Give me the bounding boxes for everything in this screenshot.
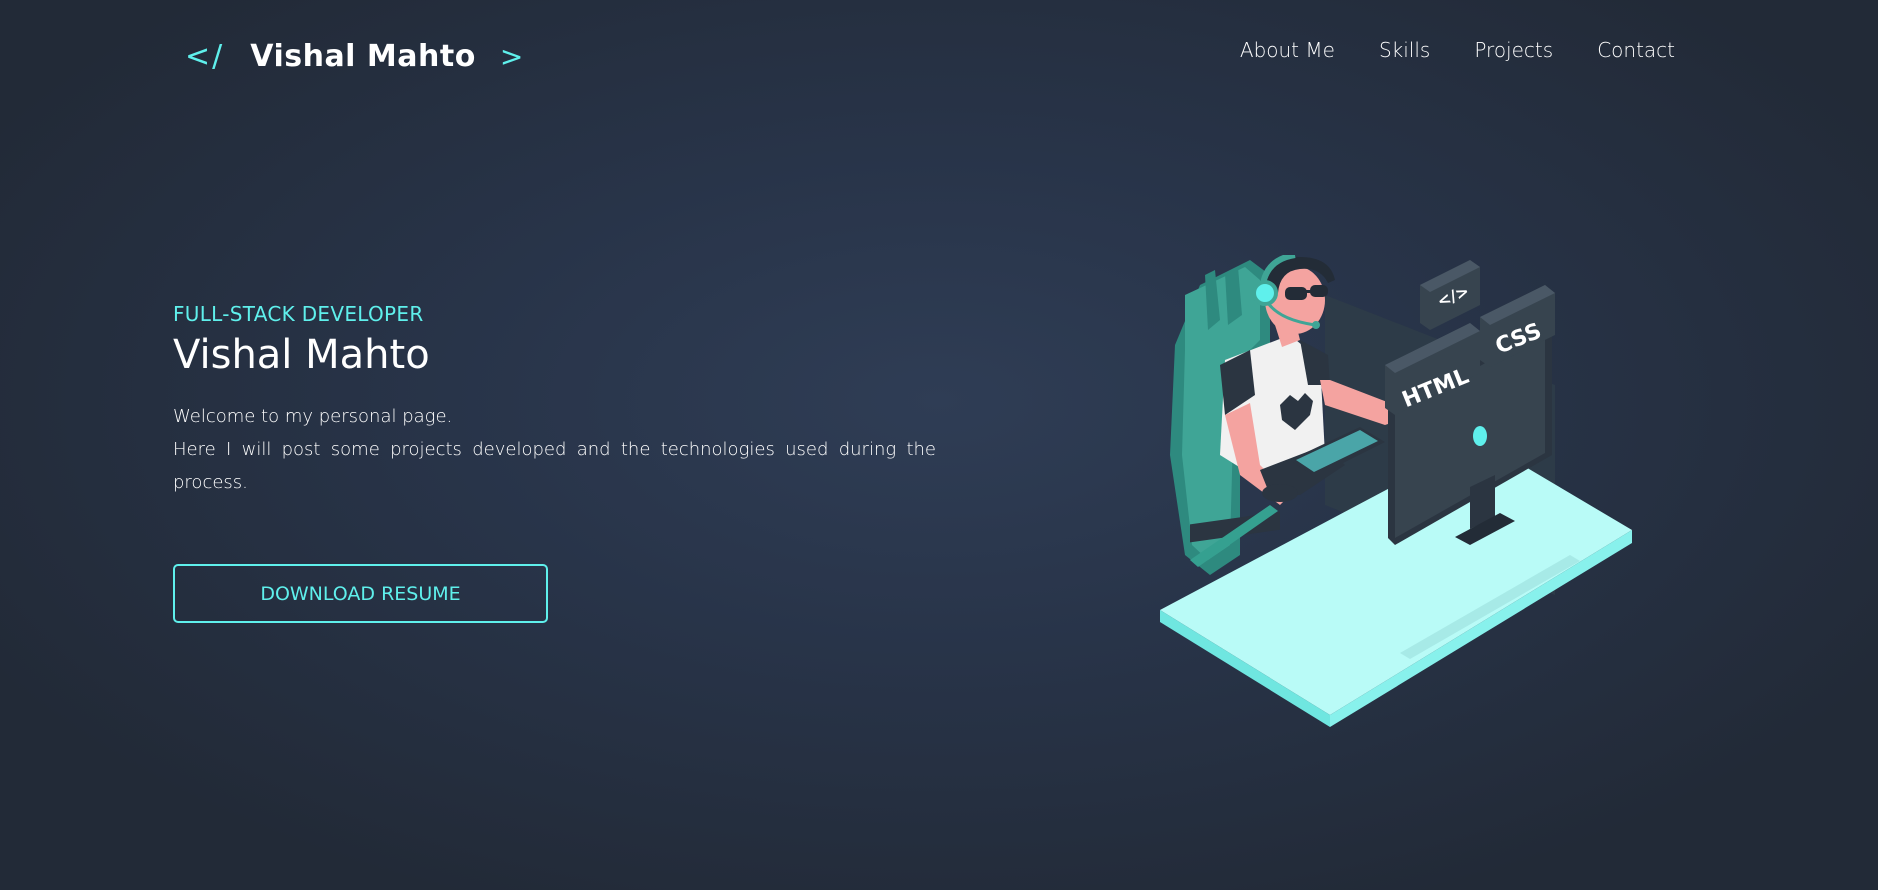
main-nav: About Me Skills Projects Contact	[1240, 38, 1675, 62]
nav-link-about-me[interactable]: About Me	[1240, 38, 1335, 62]
code-tag-card: </>	[1420, 260, 1480, 330]
logo-close-bracket: >	[499, 39, 524, 73]
logo-name: Vishal Mahto	[250, 38, 476, 74]
logo[interactable]: </ Vishal Mahto >	[185, 34, 523, 78]
nav-link-skills[interactable]: Skills	[1379, 38, 1430, 62]
developer-illustration: </> CSS HTML	[1160, 255, 1632, 727]
site-header: </ Vishal Mahto > About Me Skills Projec…	[0, 0, 1878, 110]
hero-description: Welcome to my personal page. Here I will…	[173, 400, 936, 499]
logo-open-bracket: </	[185, 38, 225, 74]
hero-description-line-1: Welcome to my personal page.	[173, 406, 453, 427]
download-resume-button[interactable]: DOWNLOAD RESUME	[173, 564, 548, 623]
nav-link-contact[interactable]: Contact	[1597, 38, 1675, 62]
hero-text: FULL-STACK DEVELOPER Vishal Mahto Welcom…	[173, 302, 936, 499]
nav-link-projects[interactable]: Projects	[1474, 38, 1553, 62]
hero-title: Vishal Mahto	[173, 332, 430, 378]
hero-subtitle: FULL-STACK DEVELOPER	[173, 302, 424, 326]
hero-description-line-2: Here I will post some projects developed…	[173, 439, 936, 493]
